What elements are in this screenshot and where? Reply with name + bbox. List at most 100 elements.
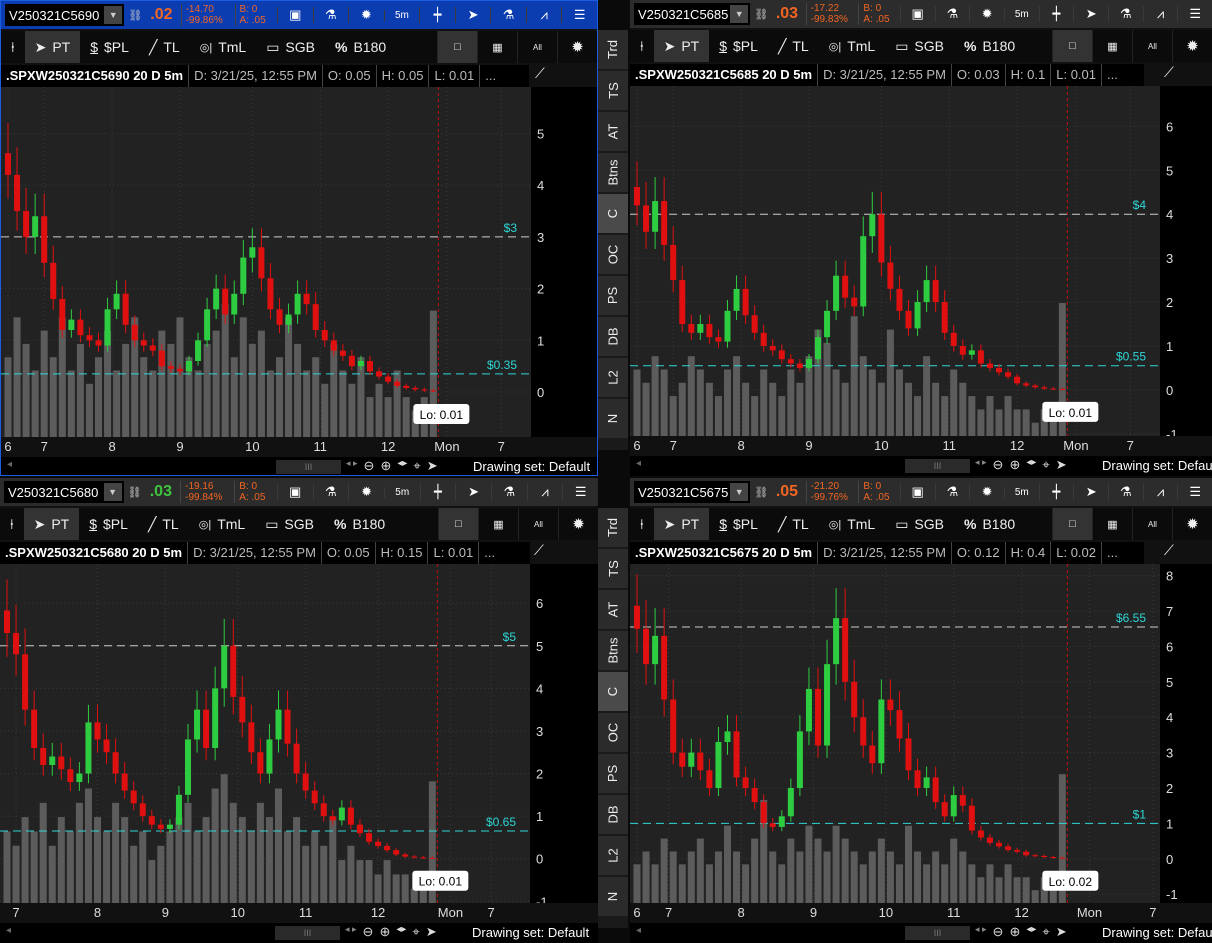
scroll-arrows-icon[interactable]: ◂ ▸ [975,924,987,940]
side-tab-trd[interactable]: Trd [598,508,628,549]
price-axis-scale-icon[interactable]: ⟋ [534,542,554,562]
side-tab-db[interactable]: DB [598,795,628,836]
interval-button[interactable]: 5m [383,9,420,21]
zoom-in-icon[interactable]: ⊕ [1009,457,1020,473]
studies-icon[interactable]: ▣ [276,7,313,23]
b180-tool[interactable]: % B180 [324,508,395,540]
price-axis-scale-icon[interactable]: ⟋ [1164,542,1184,562]
cursor-icon[interactable]: ➤ [427,458,438,474]
interval-button[interactable]: 5m [383,486,420,498]
chart-scrollbar[interactable]: ◂ III ◂ ▸ ⊖ ⊕ ◂▸ ⌖ ➤ Drawing set: Defaul… [630,923,1212,943]
link-icon[interactable]: ⛓ [754,486,768,499]
crosshair-icon[interactable]: ⌖ [1042,924,1049,940]
candle-style-icon[interactable]: ┿ [419,7,455,23]
flask-icon[interactable]: ⚗ [490,7,526,23]
side-tab-c[interactable]: C [598,194,628,235]
drawing-icon[interactable]: ⩘ [526,484,563,500]
chart-scrollbar[interactable]: ◂ III ◂ ▸ ⊖ ⊕ ◂▸ ⌖ ➤ Drawing set: Defaul… [630,456,1212,476]
side-tab-at[interactable]: AT [598,590,628,631]
b180-tool[interactable]: % B180 [954,30,1025,62]
drawing-icon[interactable]: ⩘ [525,7,562,23]
menu-icon[interactable]: ☰ [1177,6,1212,22]
cursor-icon[interactable]: ➤ [426,924,437,940]
pl-tool[interactable]: $ $PL [709,30,768,62]
cursor-icon[interactable]: ➤ [1073,6,1108,22]
chevron-down-icon[interactable]: ▼ [730,5,749,23]
menu-icon[interactable]: ☰ [562,484,598,500]
grid-layout-button[interactable]: ▦ [1092,508,1132,540]
link-icon[interactable]: ⛓ [128,9,142,22]
all-button[interactable]: All [518,508,558,540]
candle-style-icon[interactable]: ┿ [1038,484,1074,500]
single-layout-button[interactable]: □ [1052,508,1092,540]
side-tab-oc[interactable]: OC [598,713,628,754]
scroll-thumb[interactable]: III [905,926,970,940]
zoom-out-icon[interactable]: ⊖ [363,924,374,940]
symbol-selector[interactable]: V250321C5685 ▼ [634,3,751,25]
zoom-out-icon[interactable]: ⊖ [993,924,1004,940]
scroll-left-icon[interactable]: ◂ [7,459,12,470]
flask-icon[interactable]: ⚗ [312,484,349,500]
sgb-tool[interactable]: ▭ SGB [885,508,954,540]
chevron-down-icon[interactable]: ▼ [104,6,123,24]
sgb-tool[interactable]: ▭ SGB [255,508,324,540]
cursor-icon[interactable]: ➤ [1056,457,1067,473]
studies-icon[interactable]: ▣ [899,6,935,22]
side-tab-l2[interactable]: L2 [598,358,628,399]
menu-icon[interactable]: ☰ [1177,484,1212,500]
single-layout-button[interactable]: □ [1052,30,1092,62]
timeline-tool[interactable]: ◎| TmL [819,30,885,62]
grid-layout-button[interactable]: ▦ [477,31,517,63]
pin-button[interactable]: ⍿ [1,31,25,63]
zoom-out-icon[interactable]: ⊖ [364,458,375,474]
pointer-tool[interactable]: ➤ PT [23,508,80,540]
trendline-tool[interactable]: ╱ TL [768,508,819,540]
menu-icon[interactable]: ☰ [561,7,597,23]
side-tab-l2[interactable]: L2 [598,836,628,877]
scroll-left-icon[interactable]: ◂ [6,925,11,936]
gear-icon[interactable]: ✹ [969,6,1004,22]
flask-icon[interactable]: ⚗ [490,484,527,500]
zoom-in-icon[interactable]: ⊕ [379,924,390,940]
all-button[interactable]: All [1132,30,1172,62]
price-chart[interactable]: 0 1 2 3 4 5 $3 $0.35 Lo: 0.01 [1,87,598,437]
flask-icon[interactable]: ⚗ [934,6,970,22]
flask-icon[interactable]: ⚗ [1107,484,1143,500]
price-axis-scale-icon[interactable]: ⟋ [1164,64,1184,84]
drawing-set-label[interactable]: Drawing set: Default [1102,925,1212,940]
drawing-set-label[interactable]: Drawing set: Default [472,925,589,940]
symbol-selector[interactable]: V250321C5675 ▼ [634,481,751,503]
scroll-left-icon[interactable]: ◂ [636,925,641,936]
pl-tool[interactable]: $ $PL [79,508,138,540]
crosshair-icon[interactable]: ⌖ [1042,457,1049,473]
scroll-thumb[interactable]: III [276,460,341,474]
scroll-left-icon[interactable]: ◂ [636,458,641,469]
scroll-arrows-icon[interactable]: ◂ ▸ [346,458,358,474]
crosshair-icon[interactable]: ⌖ [413,458,420,474]
candle-style-icon[interactable]: ┿ [1038,6,1074,22]
zoom-out-icon[interactable]: ⊖ [993,457,1004,473]
pin-button[interactable]: ⍿ [630,30,654,62]
side-tab-btns[interactable]: Btns [598,631,628,672]
side-tab-ps[interactable]: PS [598,754,628,795]
scroll-thumb[interactable]: III [905,459,970,473]
chart-scrollbar[interactable]: ◂ III ◂ ▸ ⊖ ⊕ ◂▸ ⌖ ➤ Drawing set: Defaul… [1,457,597,475]
trendline-tool[interactable]: ╱ TL [138,508,189,540]
grid-layout-button[interactable]: ▦ [1092,30,1132,62]
cursor-icon[interactable]: ➤ [1056,924,1067,940]
pan-icon[interactable]: ◂▸ [397,458,407,474]
cursor-icon[interactable]: ➤ [455,484,491,500]
symbol-selector[interactable]: V250321C5690 ▼ [5,4,125,26]
chevron-down-icon[interactable]: ▼ [730,483,749,501]
timeline-tool[interactable]: ◎| TmL [189,508,255,540]
flask-icon[interactable]: ⚗ [312,7,349,23]
pan-icon[interactable]: ◂▸ [396,924,406,940]
crosshair-icon[interactable]: ⌖ [412,924,419,940]
side-tab-trd[interactable]: Trd [598,30,628,71]
gear-icon[interactable]: ✹ [348,484,384,500]
pin-button[interactable]: ⍿ [0,508,24,540]
sgb-tool[interactable]: ▭ SGB [885,30,954,62]
link-icon[interactable]: ⛓ [754,8,768,21]
side-tab-n[interactable]: N [598,399,628,440]
b180-tool[interactable]: % B180 [325,31,396,63]
